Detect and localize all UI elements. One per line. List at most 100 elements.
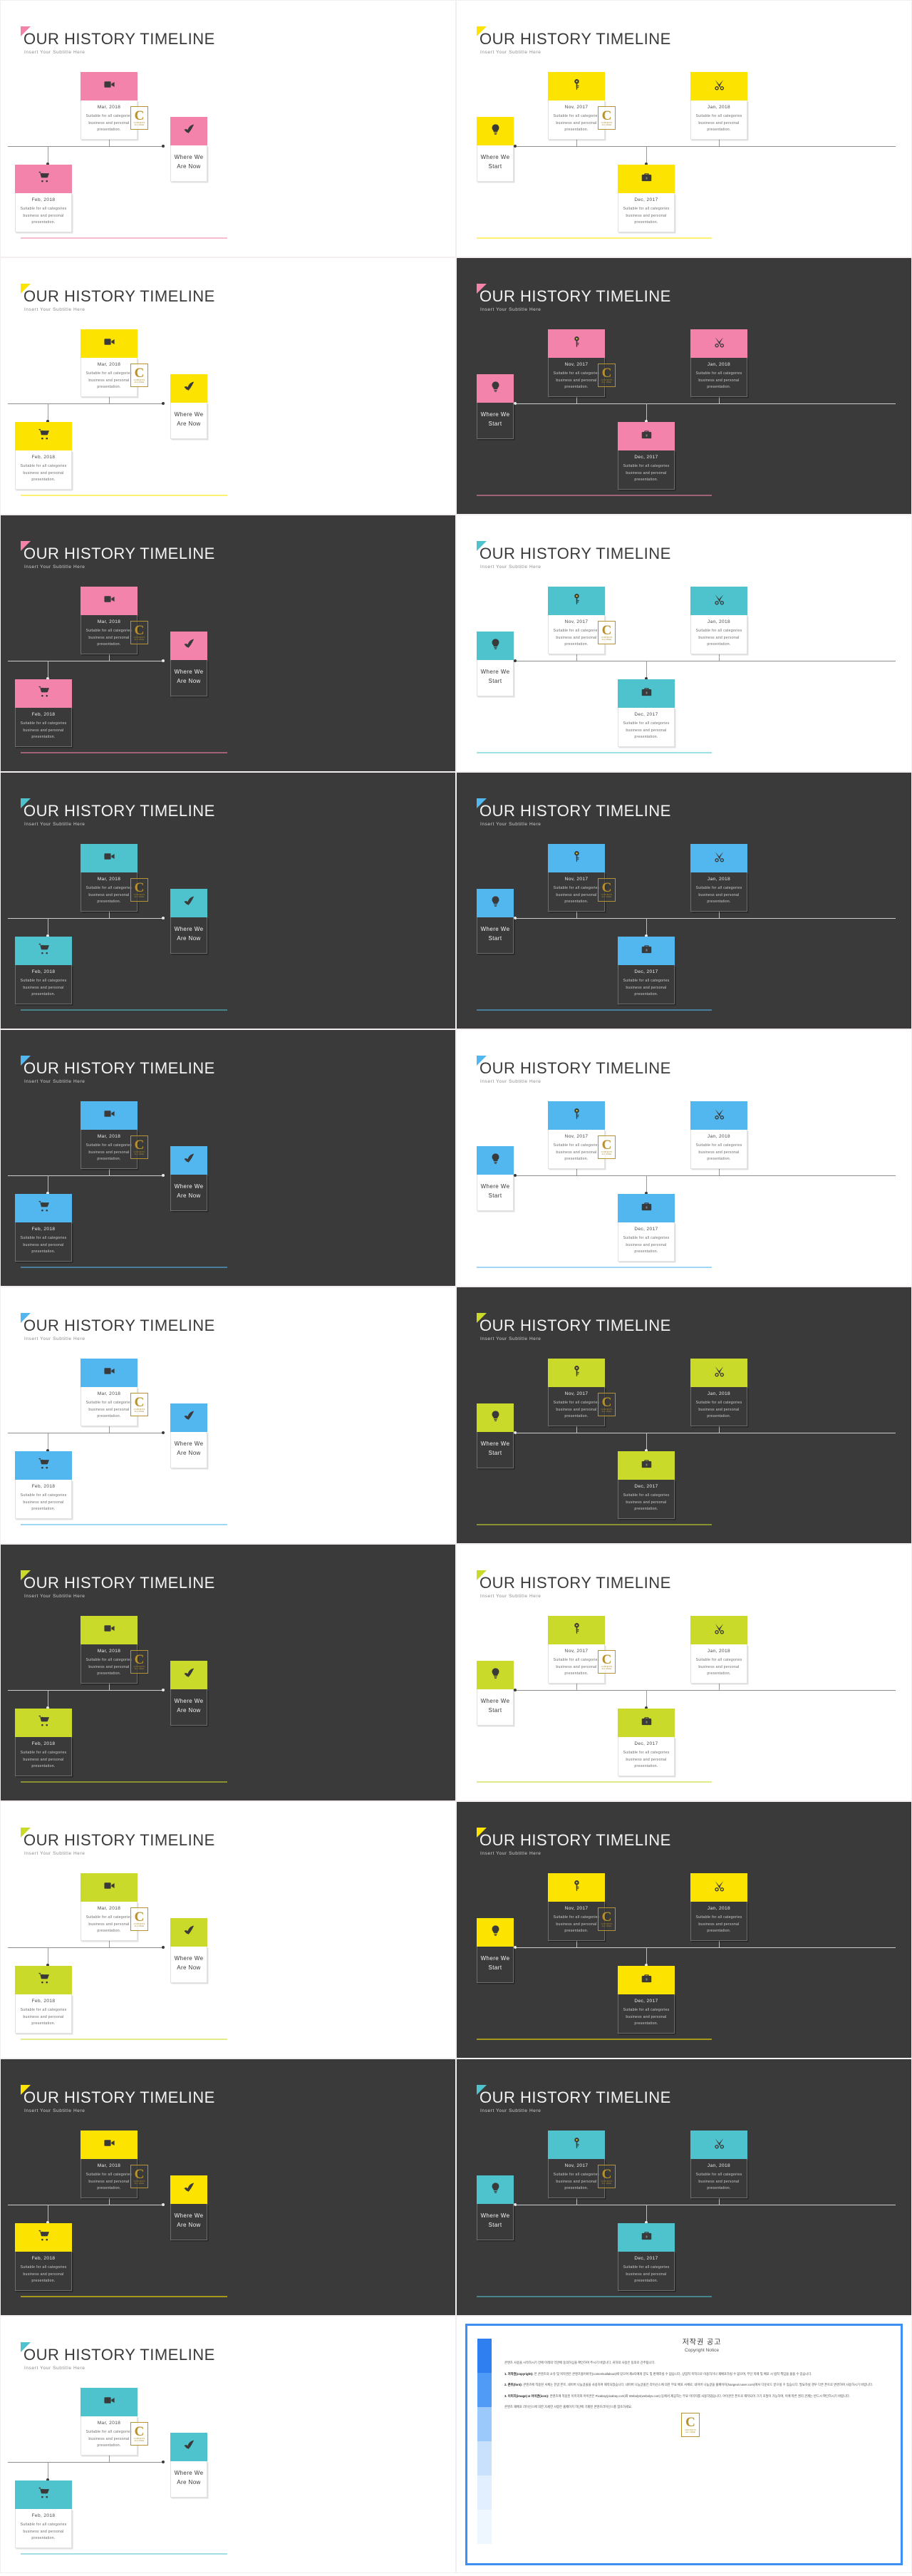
timeline-card-nov[interactable]: Nov, 2017 Suitable for all categories busi… [548,1616,605,1684]
timeline-marker-start[interactable]: Where We Start [477,117,514,182]
slide-19[interactable]: OUR HISTORY TIMELINE Insert Your Subtitle… [0,2316,456,2573]
timeline-card-feb[interactable]: Feb, 2018 Suitable for all categories busi… [15,2223,72,2291]
slide-1[interactable]: OUR HISTORY TIMELINE Insert Your Subtitle… [0,0,456,257]
timeline-marker-start[interactable]: Where We Start [477,374,514,439]
card-date: Feb, 2018 [31,2513,56,2518]
timeline-card-feb[interactable]: Feb, 2018 Suitable for all categories busi… [15,2480,72,2548]
slide-canvas: OUR HISTORY TIMELINE Insert Your Subtitle… [8,2322,448,2567]
contents-watermark: C CONTENTS ALL FREE [130,364,148,387]
timeline-marker-now[interactable]: Where We Are Now [170,374,207,439]
timeline-card-jan[interactable]: Jan, 2018 Suitable for all categories busi… [690,329,747,397]
timeline-card-dec[interactable]: Dec, 2017 Suitable for all categories busi… [618,1194,675,1262]
slide-13[interactable]: OUR HISTORY TIMELINE Insert Your Subtitle… [0,1544,456,1801]
timeline-marker-now[interactable]: Where We Are Now [170,632,207,696]
timeline-card-feb[interactable]: Feb, 2018 Suitable for all categories busi… [15,1451,72,1519]
timeline-card-nov[interactable]: Nov, 2017 Suitable for all categories busi… [548,1101,605,1169]
marker-label-line-1: Where We [174,2212,204,2219]
timeline-marker-start[interactable]: Where We Start [477,2175,514,2240]
timeline-marker-start[interactable]: Where We Start [477,889,514,954]
timeline-card-dec[interactable]: Dec, 2017 Suitable for all categories busi… [618,422,675,490]
slide-9[interactable]: OUR HISTORY TIMELINE Insert Your Subtitle… [0,1029,456,1287]
slide-7[interactable]: OUR HISTORY TIMELINE Insert Your Subtitle… [0,772,456,1029]
slide-2[interactable]: OUR HISTORY TIMELINE Insert Your Subtitle… [456,0,912,257]
timeline-card-nov[interactable]: Nov, 2017 Suitable for all categories busi… [548,587,605,654]
timeline-card-dec[interactable]: Dec, 2017 Suitable for all categories busi… [618,1451,675,1519]
timeline-marker-now[interactable]: Where We Are Now [170,2175,207,2240]
timeline-marker-now[interactable]: Where We Are Now [170,1918,207,1983]
timeline-card-jan[interactable]: Jan, 2018 Suitable for all categories busi… [690,1101,747,1169]
timeline-marker-start[interactable]: Where We Start [477,632,514,696]
timeline-card-jan[interactable]: Jan, 2018 Suitable for all categories busi… [690,1616,747,1684]
slide-11[interactable]: OUR HISTORY TIMELINE Insert Your Subtitle… [0,1287,456,1544]
timeline-card-mar[interactable]: Mar, 2018 Suitable for all categories busi… [81,1359,138,1426]
desc-line-3: presentation. [564,900,589,905]
footer-rule [477,2039,712,2040]
timeline-card-nov[interactable]: Nov, 2017 Suitable for all categories busi… [548,2131,605,2198]
timeline-card-feb[interactable]: Feb, 2018 Suitable for all categories busi… [15,1709,72,1776]
timeline-marker-now[interactable]: Where We Are Now [170,1661,207,1726]
timeline-card-nov[interactable]: Nov, 2017 Suitable for all categories busi… [548,844,605,912]
card-description: Suitable for all categories business and … [84,1915,134,1935]
card-description: Suitable for all categories business and … [19,2007,68,2028]
card-body: Nov, 2017 Suitable for all categories busi… [548,872,605,912]
timeline-marker-now[interactable]: Where We Are Now [170,117,207,182]
card-body: Feb, 2018 Suitable for all categories busi… [15,1737,72,1776]
timeline-card-feb[interactable]: Feb, 2018 Suitable for all categories busi… [15,1966,72,2034]
timeline-card-mar[interactable]: Mar, 2018 Suitable for all categories busi… [81,72,138,140]
timeline-card-feb[interactable]: Feb, 2018 Suitable for all categories busi… [15,165,72,232]
timeline-card-feb[interactable]: Feb, 2018 Suitable for all categories busi… [15,1194,72,1262]
slide-3[interactable]: OUR HISTORY TIMELINE Insert Your Subtitle… [0,257,456,515]
timeline-marker-start[interactable]: Where We Start [477,1403,514,1468]
timeline-card-dec[interactable]: Dec, 2017 Suitable for all categories busi… [618,1966,675,2034]
timeline-card-dec[interactable]: Dec, 2017 Suitable for all categories busi… [618,1709,675,1776]
slide-8[interactable]: OUR HISTORY TIMELINE Insert Your Subtitle… [456,772,912,1029]
timeline-card-mar[interactable]: Mar, 2018 Suitable for all categories busi… [81,2388,138,2456]
timeline-card-jan[interactable]: Jan, 2018 Suitable for all categories busi… [690,1873,747,1941]
slide-17[interactable]: OUR HISTORY TIMELINE Insert Your Subtitle… [0,2059,456,2316]
timeline-marker-start[interactable]: Where We Start [477,1146,514,1211]
timeline-marker-start[interactable]: Where We Start [477,1918,514,1983]
timeline-card-jan[interactable]: Jan, 2018 Suitable for all categories busi… [690,844,747,912]
timeline-card-dec[interactable]: Dec, 2017 Suitable for all categories busi… [618,937,675,1004]
slide-4[interactable]: OUR HISTORY TIMELINE Insert Your Subtitle… [456,257,912,515]
timeline-card-jan[interactable]: Jan, 2018 Suitable for all categories busi… [690,1359,747,1426]
leaf-check-icon [183,895,195,911]
timeline-card-jan[interactable]: Jan, 2018 Suitable for all categories busi… [690,72,747,140]
timeline-card-dec[interactable]: Dec, 2017 Suitable for all categories busi… [618,165,675,232]
timeline-card-nov[interactable]: Nov, 2017 Suitable for all categories busi… [548,329,605,397]
timeline-card-nov[interactable]: Nov, 2017 Suitable for all categories busi… [548,1873,605,1941]
timeline-marker-now[interactable]: Where We Are Now [170,1403,207,1468]
timeline-card-feb[interactable]: Feb, 2018 Suitable for all categories busi… [15,937,72,1004]
timeline-card-dec[interactable]: Dec, 2017 Suitable for all categories busi… [618,2223,675,2291]
timeline-card-mar[interactable]: Mar, 2018 Suitable for all categories busi… [81,1616,138,1684]
slide-20-copyright[interactable]: 저작권 공고 Copyright Notice 콘텐츠 사용을 시작하시기 전에 아… [456,2316,912,2573]
slide-5[interactable]: OUR HISTORY TIMELINE Insert Your Subtitle… [0,515,456,772]
timeline-marker-now[interactable]: Where We Are Now [170,2433,207,2498]
timeline-card-feb[interactable]: Feb, 2018 Suitable for all categories busi… [15,679,72,747]
timeline-card-jan[interactable]: Jan, 2018 Suitable for all categories busi… [690,587,747,654]
slide-16[interactable]: OUR HISTORY TIMELINE Insert Your Subtitle… [456,1801,912,2059]
slide-14[interactable]: OUR HISTORY TIMELINE Insert Your Subtitle… [456,1544,912,1801]
timeline-card-nov[interactable]: Nov, 2017 Suitable for all categories busi… [548,72,605,140]
timeline-marker-start[interactable]: Where We Start [477,1661,514,1726]
slide-12[interactable]: OUR HISTORY TIMELINE Insert Your Subtitle… [456,1287,912,1544]
timeline-card-jan[interactable]: Jan, 2018 Suitable for all categories busi… [690,2131,747,2198]
timeline-card-mar[interactable]: Mar, 2018 Suitable for all categories busi… [81,844,138,912]
timeline-card-feb[interactable]: Feb, 2018 Suitable for all categories busi… [15,422,72,490]
card-icon-header [15,1709,72,1737]
timeline-card-mar[interactable]: Mar, 2018 Suitable for all categories busi… [81,587,138,654]
timeline-marker-now[interactable]: Where We Are Now [170,889,207,954]
contents-watermark: C CONTENTS ALL FREE [130,106,148,130]
slide-18[interactable]: OUR HISTORY TIMELINE Insert Your Subtitle… [456,2059,912,2316]
slide-10[interactable]: OUR HISTORY TIMELINE Insert Your Subtitle… [456,1029,912,1287]
timeline-card-mar[interactable]: Mar, 2018 Suitable for all categories busi… [81,1101,138,1169]
slide-6[interactable]: OUR HISTORY TIMELINE Insert Your Subtitle… [456,515,912,772]
timeline-card-mar[interactable]: Mar, 2018 Suitable for all categories busi… [81,1873,138,1941]
slide-15[interactable]: OUR HISTORY TIMELINE Insert Your Subtitle… [0,1801,456,2059]
timeline-card-dec[interactable]: Dec, 2017 Suitable for all categories busi… [618,679,675,747]
timeline-card-mar[interactable]: Mar, 2018 Suitable for all categories busi… [81,2131,138,2198]
timeline-card-nov[interactable]: Nov, 2017 Suitable for all categories busi… [548,1359,605,1426]
timeline-marker-now[interactable]: Where We Are Now [170,1146,207,1211]
timeline-card-mar[interactable]: Mar, 2018 Suitable for all categories busi… [81,329,138,397]
marker-label-line-1: Where We [480,1698,510,1704]
